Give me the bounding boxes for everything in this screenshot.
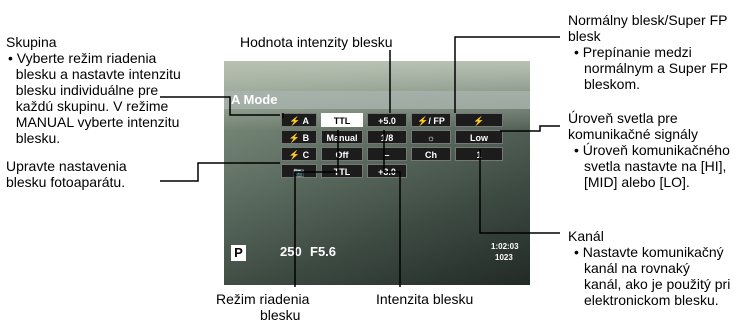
callout-control-mode bbox=[294, 171, 338, 287]
callout-lines bbox=[160, 36, 560, 287]
callout-adjust bbox=[160, 162, 280, 182]
callout-group bbox=[160, 96, 280, 116]
callout-channel bbox=[479, 149, 560, 234]
callout-intensity bbox=[383, 130, 401, 287]
callout-light-level bbox=[500, 125, 560, 132]
callout-normal-flash bbox=[454, 36, 560, 113]
